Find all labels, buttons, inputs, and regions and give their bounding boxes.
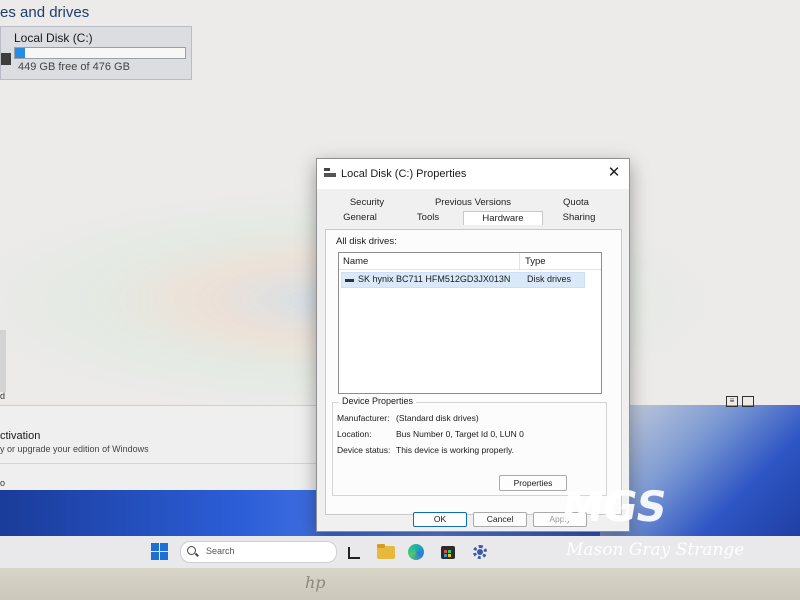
disk-drives-list[interactable]: Name Type SK hynix BC711 HFM512GD3JX013N…	[338, 252, 602, 394]
drive-name: Local Disk (C:)	[14, 31, 93, 45]
tab-previous-versions[interactable]: Previous Versions	[427, 196, 519, 209]
dialog-titlebar[interactable]: Local Disk (C:) Properties ✕	[317, 159, 629, 189]
drive-icon	[324, 168, 336, 178]
tab-sharing[interactable]: Sharing	[557, 211, 601, 224]
dialog-title: Local Disk (C:) Properties	[341, 168, 467, 180]
tab-security[interactable]: Security	[341, 196, 393, 209]
task-view-icon[interactable]	[345, 542, 365, 562]
monitor-bezel: hp	[0, 568, 800, 600]
column-separator[interactable]	[519, 253, 520, 269]
list-header: Name Type	[339, 253, 601, 270]
scrollbar-fragment	[0, 330, 6, 392]
text-fragment: o	[0, 478, 6, 488]
hp-logo: hp	[305, 573, 326, 592]
location-value: Bus Number 0, Target Id 0, LUN 0	[396, 429, 524, 439]
devices-drives-heading: es and drives	[0, 4, 90, 21]
disk-drive-name: SK hynix BC711 HFM512GD3JX013N	[358, 274, 511, 284]
tab-tools[interactable]: Tools	[409, 211, 447, 224]
settings-window: ctivation y or upgrade your edition of W…	[0, 405, 330, 491]
text-fragment: d	[0, 391, 6, 401]
tiles-view-icon[interactable]	[742, 396, 754, 407]
device-properties-button[interactable]: Properties	[499, 475, 567, 491]
tab-general[interactable]: General	[337, 211, 383, 224]
manufacturer-label: Manufacturer:	[337, 413, 390, 423]
drive-free-space: 449 GB free of 476 GB	[18, 61, 130, 73]
hardware-tab-panel: All disk drives: Name Type SK hynix BC71…	[325, 229, 622, 515]
tab-quota[interactable]: Quota	[555, 196, 597, 209]
tab-hardware[interactable]: Hardware	[463, 211, 543, 225]
watermark-logo: MGS	[557, 482, 670, 531]
monitor-screen: es and drives Local Disk (C:) 449 GB fre…	[0, 0, 800, 568]
watermark-text: Mason Gray Strange	[566, 540, 745, 560]
drive-icon	[1, 53, 11, 65]
taskbar-search[interactable]: Search	[180, 541, 337, 563]
divider	[0, 463, 320, 464]
store-icon[interactable]	[438, 542, 458, 562]
close-icon[interactable]: ✕	[603, 163, 625, 183]
search-placeholder: Search	[206, 546, 235, 556]
properties-dialog: Local Disk (C:) Properties ✕ Security Pr…	[316, 158, 630, 532]
disk-drive-icon	[345, 279, 354, 282]
column-header-type[interactable]: Type	[525, 256, 546, 267]
cancel-button[interactable]: Cancel	[473, 512, 527, 527]
activation-subtitle: y or upgrade your edition of Windows	[0, 444, 149, 454]
drive-tile-c[interactable]: Local Disk (C:) 449 GB free of 476 GB	[0, 26, 192, 80]
gear-icon[interactable]	[470, 542, 490, 562]
activation-title[interactable]: ctivation	[0, 430, 40, 442]
drive-usage-fill	[15, 48, 26, 58]
list-view-icon[interactable]: ≡	[726, 396, 738, 407]
all-disk-drives-label: All disk drives:	[336, 236, 397, 247]
edge-icon[interactable]	[406, 542, 426, 562]
folder-icon[interactable]	[376, 542, 396, 562]
device-status-value: This device is working properly.	[396, 445, 514, 455]
device-status-label: Device status:	[337, 445, 391, 455]
windows-logo-icon[interactable]	[150, 542, 170, 562]
disk-drive-row[interactable]: SK hynix BC711 HFM512GD3JX013N Disk driv…	[341, 272, 585, 288]
column-header-name[interactable]: Name	[343, 256, 368, 267]
ok-button[interactable]: OK	[413, 512, 467, 527]
device-properties-legend: Device Properties	[339, 396, 417, 406]
disk-drive-type: Disk drives	[527, 274, 572, 284]
search-icon	[187, 546, 196, 555]
drive-usage-bar	[14, 47, 186, 59]
location-label: Location:	[337, 429, 372, 439]
manufacturer-value: (Standard disk drives)	[396, 413, 479, 423]
